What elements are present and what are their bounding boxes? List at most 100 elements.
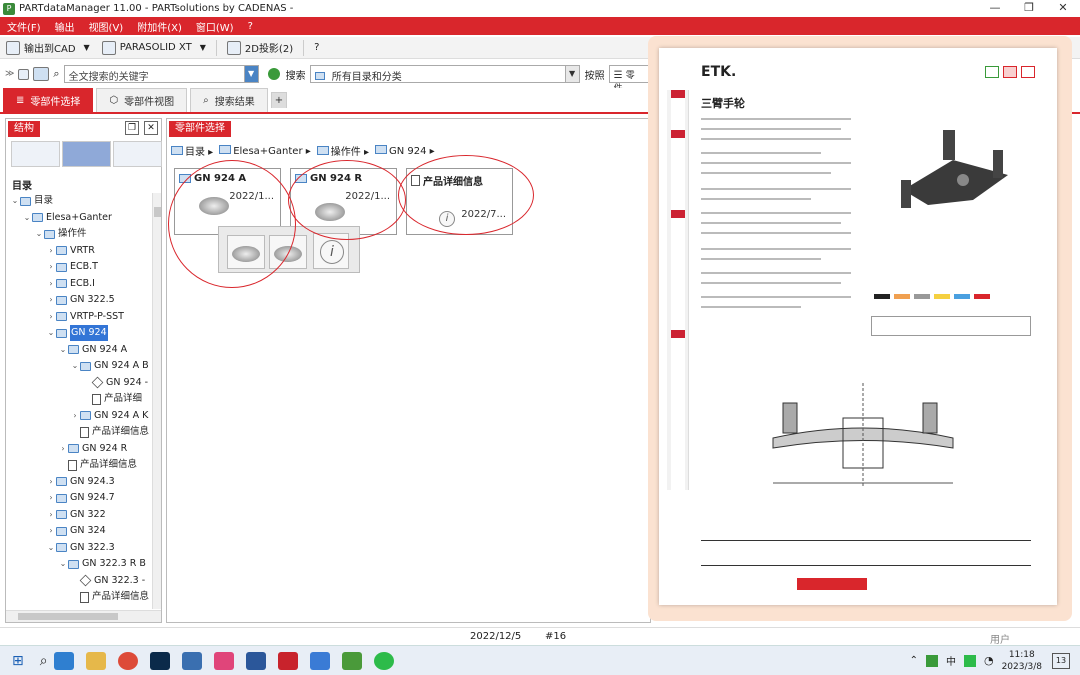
expand-toggle-icon[interactable]: ⌄ — [46, 325, 56, 341]
collapse-toggle-icon[interactable]: › — [70, 408, 80, 424]
collapse-toggle-icon[interactable]: › — [46, 292, 56, 308]
tree-node[interactable]: 产品详细信息 — [58, 457, 137, 473]
tree-node[interactable]: › ECB.I — [46, 276, 95, 292]
cube-app-icon[interactable] — [309, 651, 330, 670]
sort-select[interactable]: ☰ 零件 — [608, 65, 649, 94]
scroll-thumb[interactable] — [154, 207, 161, 217]
expand-toggle-icon[interactable]: ⌄ — [58, 342, 68, 358]
menu-view[interactable]: 视图(V) — [89, 19, 124, 34]
wps-icon[interactable] — [277, 651, 298, 670]
search-icon[interactable]: ⌕ — [40, 653, 48, 669]
export-cad-button[interactable]: 输出到CAD ▼ — [0, 38, 96, 58]
menu-help[interactable]: ? — [248, 21, 253, 32]
tray-app-icon[interactable] — [925, 654, 938, 667]
collapse-toggle-icon[interactable]: › — [46, 243, 56, 259]
tree-node[interactable]: ⌄ GN 322.3 R B — [58, 556, 146, 572]
tree-horizontal-scrollbar[interactable] — [6, 610, 161, 622]
tree-node[interactable]: ⌄ GN 924 A B — [70, 358, 149, 374]
add-tab-button[interactable]: + — [270, 92, 288, 108]
breadcrumb-item[interactable]: 操作件 ▸ — [316, 143, 369, 158]
tree-node[interactable]: › VRTR — [46, 243, 94, 259]
collapse-toggle-icon[interactable]: › — [46, 309, 56, 325]
tree-node[interactable]: 产品详细信息 — [70, 424, 149, 440]
chevron-up-icon[interactable]: ⌃ — [910, 655, 918, 666]
menu-output[interactable]: 输出 — [55, 19, 75, 34]
calendar-view-button[interactable] — [113, 141, 162, 167]
menu-window[interactable]: 窗口(W) — [196, 19, 234, 34]
file-explorer-icon[interactable] — [85, 651, 106, 670]
tree-node[interactable]: ⌄ Elesa+Ganter — [22, 210, 112, 226]
tree-node[interactable]: › GN 322.5 — [46, 292, 114, 308]
search-icon[interactable]: ⌕ — [53, 67, 59, 81]
tree-vertical-scrollbar[interactable] — [152, 193, 161, 609]
clock[interactable]: 11:18 2023/3/8 — [1002, 649, 1042, 673]
tree-node[interactable]: GN 322.3 - — [70, 573, 145, 589]
favorites-view-button[interactable] — [62, 141, 111, 167]
catalog-select[interactable]: 所有目录和分类 ▼ — [309, 65, 580, 83]
partsolutions-icon[interactable] — [341, 651, 362, 670]
tab-part-selection[interactable]: ≣ 零部件选择 — [3, 88, 94, 112]
wifi-icon[interactable]: ◔ — [984, 654, 994, 667]
menu-addons[interactable]: 附加件(X) — [137, 19, 182, 34]
collapse-toggle-icon[interactable]: › — [58, 441, 68, 457]
tray-app-icon[interactable] — [963, 654, 976, 667]
edge-icon[interactable] — [53, 651, 74, 670]
tree-node[interactable]: ⌄ 目录 — [10, 193, 53, 209]
chevron-down-icon[interactable]: ▼ — [84, 43, 90, 52]
maximize-button[interactable]: ❐ — [1012, 0, 1046, 17]
tree-node[interactable]: › VRTP-P-SST — [46, 309, 124, 325]
breadcrumb-item[interactable]: Elesa+Ganter ▸ — [219, 144, 311, 157]
collapse-icon[interactable]: ≫ — [5, 69, 14, 79]
menu-file[interactable]: 文件(F) — [7, 19, 41, 34]
scroll-thumb[interactable] — [18, 613, 118, 620]
help-button[interactable]: ? — [308, 38, 325, 58]
expand-toggle-icon[interactable]: ⌄ — [34, 226, 44, 242]
restore-icon[interactable]: ❐ — [125, 121, 139, 135]
photos-icon[interactable] — [181, 651, 202, 670]
tree-node[interactable]: GN 924 - — [82, 375, 148, 391]
tree-node[interactable]: ⌄ GN 924 A — [58, 342, 128, 358]
chrome-icon[interactable] — [117, 651, 138, 670]
tree-node[interactable]: › GN 924 A K — [70, 408, 148, 424]
expand-toggle-icon[interactable]: ⌄ — [46, 540, 56, 556]
tab-part-view[interactable]: ⬡ 零部件视图 — [96, 88, 188, 112]
collapse-toggle-icon[interactable]: › — [46, 276, 56, 292]
tree-node[interactable]: 产品详细 — [82, 391, 142, 407]
expand-toggle-icon[interactable]: ⌄ — [58, 556, 68, 572]
go-icon[interactable] — [267, 68, 280, 80]
chevron-down-icon[interactable]: ▼ — [243, 66, 258, 82]
expand-toggle-icon[interactable]: ⌄ — [22, 210, 32, 226]
close-button[interactable]: ✕ — [1046, 0, 1080, 17]
catalog-view-button[interactable] — [11, 141, 60, 167]
expand-toggle-icon[interactable]: ⌄ — [10, 193, 20, 209]
breadcrumb-item[interactable]: 目录 ▸ — [171, 143, 213, 158]
projection-2d-button[interactable]: 2D投影(2) — [221, 38, 299, 58]
tree-node[interactable]: ⌄ 操作件 — [34, 226, 87, 242]
search-input[interactable]: 全文搜索的关键字 ▼ — [63, 65, 259, 83]
format-select[interactable]: PARASOLID XT ▼ — [96, 38, 212, 58]
collapse-toggle-icon[interactable]: › — [46, 507, 56, 523]
windows-start-icon[interactable]: ⊞ — [12, 653, 24, 669]
ime-indicator[interactable]: 中 — [946, 653, 956, 668]
tree-node[interactable]: ⌄ GN 924 — [46, 325, 108, 341]
search-mode-icon[interactable] — [33, 67, 50, 81]
tab-search-results[interactable]: ⌕ 搜索结果 — [190, 88, 268, 112]
notification-icon[interactable]: 13 — [1052, 652, 1070, 669]
tree-node[interactable]: › GN 924 R — [58, 441, 127, 457]
collapse-toggle-icon[interactable]: › — [46, 259, 56, 275]
tree-node[interactable]: › GN 924.3 — [46, 474, 114, 490]
word-icon[interactable] — [245, 651, 266, 670]
collapse-toggle-icon[interactable]: › — [46, 490, 56, 506]
minimize-button[interactable]: — — [978, 0, 1012, 17]
breadcrumb-item[interactable]: GN 924 ▸ — [374, 144, 435, 157]
camera-icon[interactable] — [213, 651, 234, 670]
tree-node[interactable]: ⌄ GN 322.3 — [46, 540, 115, 556]
tree-node[interactable]: › ECB.T — [46, 259, 98, 275]
checkbox-icon[interactable] — [18, 68, 30, 80]
close-icon[interactable]: ✕ — [144, 121, 158, 135]
collapse-toggle-icon[interactable]: › — [46, 523, 56, 539]
tree-node[interactable]: › GN 924.7 — [46, 490, 114, 506]
expand-toggle-icon[interactable]: ⌄ — [70, 358, 80, 374]
photoshop-icon[interactable] — [149, 651, 170, 670]
tree-node[interactable]: › GN 324 — [46, 523, 105, 539]
